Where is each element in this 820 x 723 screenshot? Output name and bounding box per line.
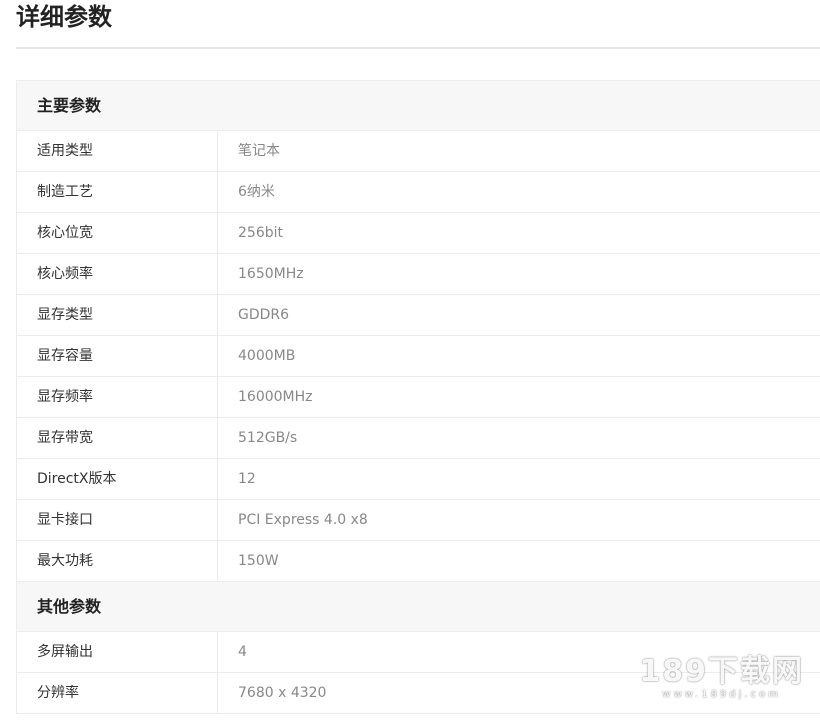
spec-value: 4000MB (238, 348, 296, 364)
spec-value: 1650MHz (238, 266, 304, 282)
table-row: 显卡接口 PCI Express 4.0 x8 (17, 500, 820, 541)
spec-value: 256bit (238, 225, 283, 241)
spec-table: 主要参数 适用类型 笔记本 制造工艺 6纳米 核心位宽 256bit 核心频率 … (16, 80, 820, 714)
spec-label: 制造工艺 (17, 172, 218, 212)
spec-value: 512GB/s (238, 430, 298, 446)
table-row: DirectX版本 12 (17, 459, 820, 500)
spec-label: 适用类型 (17, 131, 218, 171)
title-divider (16, 47, 820, 49)
page-title: 详细参数 (16, 3, 112, 31)
section-header-other: 其他参数 (17, 582, 820, 632)
spec-label: 显存容量 (17, 336, 218, 376)
table-row: 显存类型 GDDR6 (17, 295, 820, 336)
spec-label: 分辨率 (17, 673, 218, 713)
spec-value: 笔记本 (238, 143, 280, 159)
spec-label: 显卡接口 (17, 500, 218, 540)
spec-label: 核心位宽 (17, 213, 218, 253)
spec-value: GDDR6 (238, 307, 290, 323)
spec-page: 详细参数 主要参数 适用类型 笔记本 制造工艺 6纳米 核心位宽 256bit … (0, 0, 820, 723)
section-header-main: 主要参数 (17, 81, 820, 131)
table-row: 适用类型 笔记本 (17, 131, 820, 172)
spec-label: 显存带宽 (17, 418, 218, 458)
table-row: 最大功耗 150W (17, 541, 820, 582)
spec-value: PCI Express 4.0 x8 (238, 512, 368, 528)
spec-label: 最大功耗 (17, 541, 218, 581)
table-row: 核心位宽 256bit (17, 213, 820, 254)
table-row: 显存带宽 512GB/s (17, 418, 820, 459)
spec-label: 显存频率 (17, 377, 218, 417)
spec-value: 16000MHz (238, 389, 313, 405)
table-row: 制造工艺 6纳米 (17, 172, 820, 213)
watermark-url: www.189dj.com (662, 689, 781, 700)
spec-value: 6纳米 (238, 184, 275, 200)
spec-label: 多屏输出 (17, 632, 218, 672)
spec-label: 核心频率 (17, 254, 218, 294)
spec-label: DirectX版本 (17, 459, 218, 499)
table-row: 显存频率 16000MHz (17, 377, 820, 418)
spec-label: 显存类型 (17, 295, 218, 335)
table-row: 核心频率 1650MHz (17, 254, 820, 295)
site-watermark: 189下载网 www.189dj.com (639, 655, 804, 701)
spec-value: 150W (238, 553, 279, 569)
table-row: 显存容量 4000MB (17, 336, 820, 377)
spec-value: 12 (238, 471, 256, 487)
watermark-logo-text: 189下载网 (639, 654, 804, 689)
